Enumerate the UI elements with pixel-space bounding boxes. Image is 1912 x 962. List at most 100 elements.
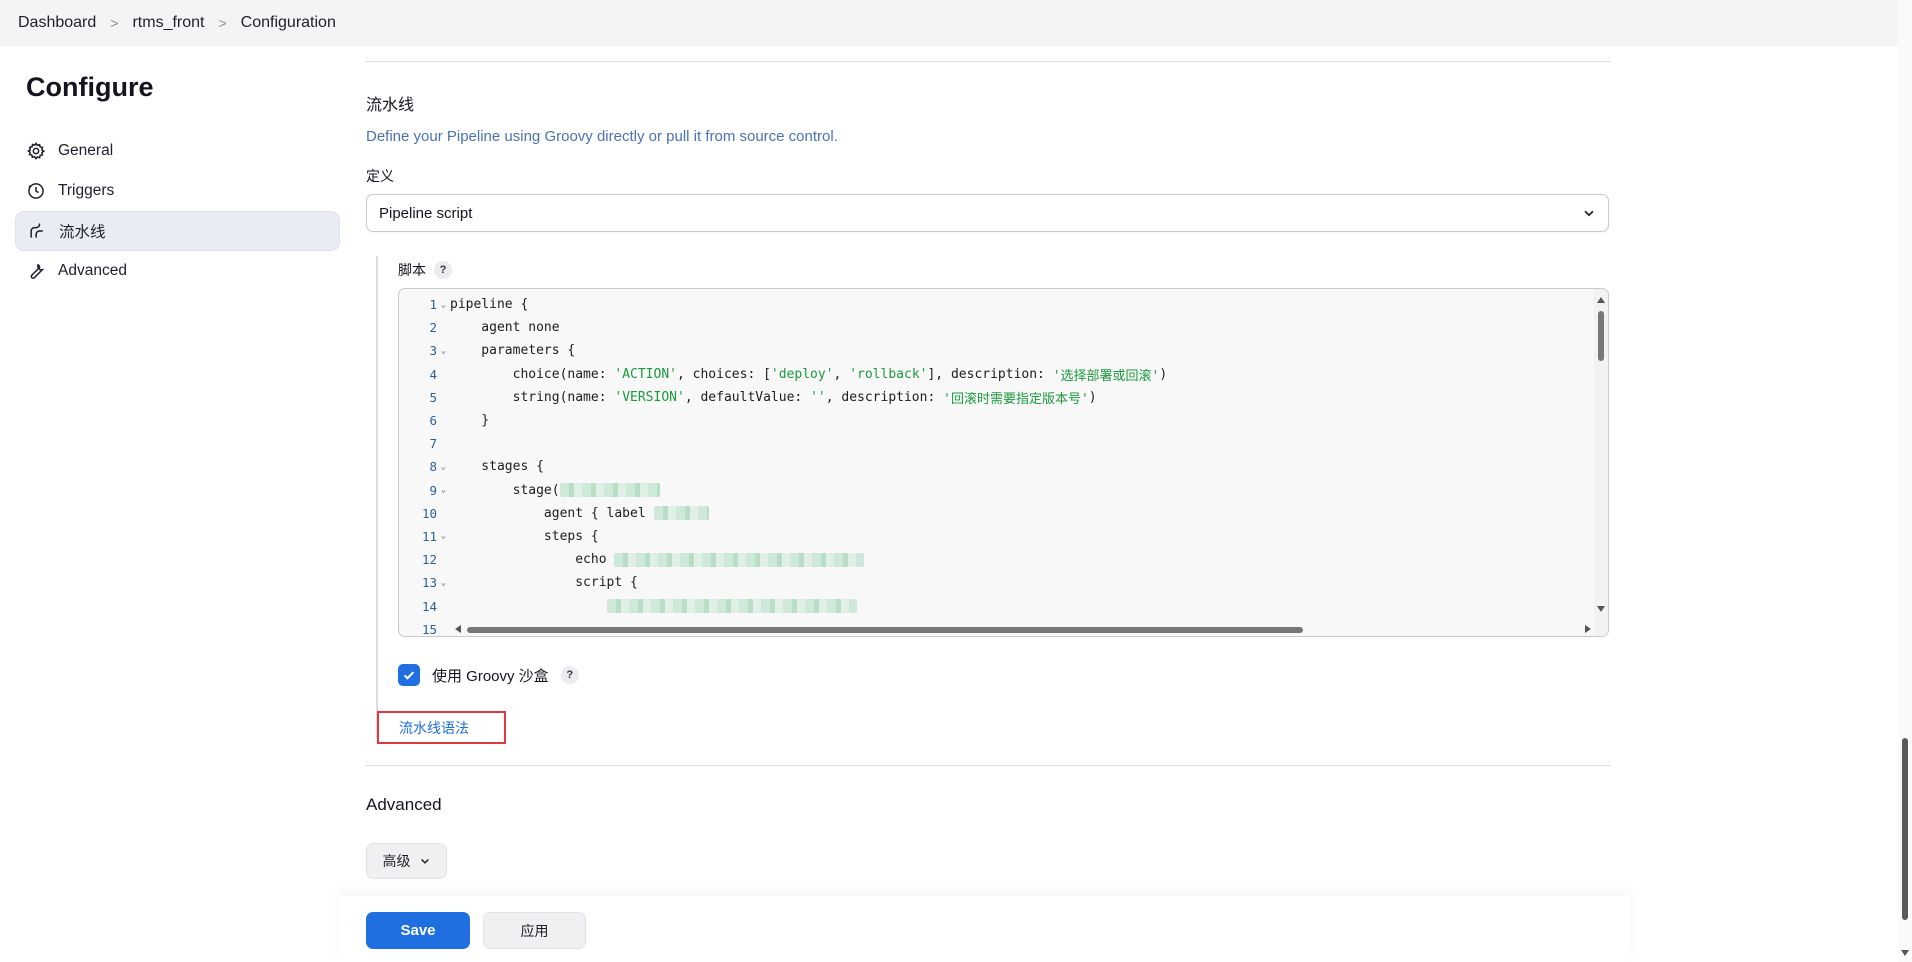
script-editor[interactable]: 1 ⌄ pipeline {2 agent none 3 ⌄ parameters {4… [398, 288, 1609, 637]
line-number: 12 [421, 552, 437, 568]
sandbox-label: 使用 Groovy 沙盒 [432, 667, 549, 685]
fold-toggle-icon[interactable]: ⌄ [437, 346, 450, 356]
code-text: steps { [450, 528, 599, 544]
code-text: string(name: [450, 389, 615, 405]
definition-select[interactable]: Pipeline script [366, 194, 1609, 232]
line-number: 11 [421, 528, 437, 544]
page-scrollbar-thumb[interactable] [1902, 738, 1908, 920]
sidebar-item-advanced[interactable]: Advanced [15, 251, 340, 291]
script-label: 脚本 ? [398, 260, 452, 280]
code-text: agent { label [450, 505, 654, 521]
code-lines: 1 ⌄ pipeline {2 agent none 3 ⌄ parameters {4… [399, 293, 1579, 637]
editor-horizontal-scrollbar[interactable] [443, 622, 1593, 636]
wrench-icon [30, 263, 45, 279]
scroll-right-arrow-icon[interactable] [1585, 625, 1591, 633]
page-title: Configure [26, 72, 154, 102]
code-line: 7 [399, 432, 1579, 455]
sidebar-item-triggers[interactable]: Triggers [15, 171, 340, 211]
code-text: ) [1159, 366, 1168, 382]
sidebar-item-label: 流水线 [59, 224, 106, 241]
editor-vertical-scrollbar[interactable] [1594, 289, 1608, 636]
breadcrumb-separator: > [110, 15, 119, 31]
editor-vertical-scrollbar-thumb[interactable] [1598, 311, 1604, 361]
line-number: 15 [421, 621, 437, 637]
code-line: 13 ⌄ script { [399, 571, 1579, 594]
line-number: 13 [421, 575, 437, 591]
scroll-left-arrow-icon[interactable] [455, 625, 461, 633]
breadcrumb-job[interactable]: rtms_front [132, 14, 204, 32]
section-title-advanced: Advanced [366, 795, 442, 814]
line-number: 14 [421, 598, 437, 614]
code-string: '回滚时需要指定版本号' [943, 391, 1089, 407]
code-line: 12 echo [399, 548, 1579, 571]
divider [366, 61, 1610, 62]
breadcrumb-dashboard[interactable]: Dashboard [18, 14, 96, 32]
line-number: 9 [429, 482, 437, 498]
line-number: 3 [429, 343, 437, 359]
fold-toggle-icon[interactable]: ⌄ [437, 485, 450, 495]
code-line: 10 agent { label [399, 502, 1579, 525]
fold-toggle-icon[interactable]: ⌄ [437, 462, 450, 472]
code-text: pipeline { [450, 297, 529, 313]
code-line: 4 choice(name: 'ACTION', choices: ['depl… [399, 363, 1579, 386]
advanced-button-label: 高级 [382, 853, 411, 869]
help-icon[interactable]: ? [434, 261, 452, 279]
redacted-text [614, 552, 865, 567]
code-text: agent none [450, 320, 560, 336]
line-number: 8 [429, 459, 437, 475]
code-text: choice(name: [450, 366, 615, 382]
editor-horizontal-scrollbar-thumb[interactable] [467, 627, 1303, 633]
redacted-text [559, 483, 660, 498]
code-line: 3 ⌄ parameters { [399, 339, 1579, 362]
sidebar-item-general[interactable]: General [15, 131, 340, 171]
code-text: , [833, 366, 850, 382]
line-number: 1 [429, 297, 437, 313]
page-scrollbar[interactable] [1898, 0, 1912, 962]
sidebar: General Triggers 流水线 Advanced [15, 131, 340, 291]
scroll-down-arrow-icon[interactable] [1901, 950, 1909, 956]
scroll-up-arrow-icon[interactable] [1597, 297, 1605, 303]
line-number: 5 [429, 389, 437, 405]
code-text: } [450, 413, 490, 429]
sidebar-item-label: Triggers [58, 182, 115, 199]
code-line: 1 ⌄ pipeline { [399, 293, 1579, 316]
scroll-down-arrow-icon[interactable] [1597, 606, 1605, 612]
code-line: 6 } [399, 409, 1579, 432]
code-text: stage( [450, 482, 560, 498]
line-number: 6 [429, 413, 437, 429]
fold-toggle-icon[interactable]: ⌄ [437, 300, 450, 310]
code-line: 14 [399, 594, 1579, 617]
code-text: , description: [825, 389, 944, 405]
fold-toggle-icon[interactable]: ⌄ [437, 531, 450, 541]
line-number: 2 [429, 320, 437, 336]
pipeline-icon [30, 223, 43, 238]
redacted-text [606, 599, 857, 614]
code-text: echo [450, 552, 615, 568]
breadcrumb: Dashboard > rtms_front > Configuration [0, 0, 1898, 46]
save-button[interactable]: Save [366, 912, 470, 949]
code-string: '选择部署或回滚' [1052, 368, 1160, 384]
line-number: 10 [421, 505, 437, 521]
breadcrumb-configuration[interactable]: Configuration [241, 14, 336, 32]
code-line: 9 ⌄ stage( [399, 479, 1579, 502]
checkmark-icon [403, 671, 415, 680]
pipeline-syntax-link[interactable]: 流水线语法 [399, 718, 469, 738]
advanced-button[interactable]: 高级 [366, 843, 447, 879]
script-label-text: 脚本 [398, 262, 426, 278]
code-line: 8 ⌄ stages { [399, 455, 1579, 478]
help-icon[interactable]: ? [560, 666, 579, 684]
code-line: 11 ⌄ steps { [399, 525, 1579, 548]
apply-button[interactable]: 应用 [483, 912, 586, 949]
code-text: parameters { [450, 343, 576, 359]
groovy-sandbox-option[interactable]: 使用 Groovy 沙盒 ? [398, 664, 579, 686]
sandbox-checkbox[interactable] [398, 664, 420, 686]
section-indent-line [376, 256, 378, 738]
section-title-pipeline: 流水线 [366, 97, 415, 114]
sidebar-item-pipeline[interactable]: 流水线 [15, 211, 340, 251]
divider [366, 765, 1610, 766]
fold-toggle-icon[interactable]: ⌄ [437, 578, 450, 588]
code-text: , defaultValue: [684, 389, 811, 405]
gear-icon [26, 141, 46, 160]
code-string: 'deploy' [770, 366, 834, 382]
